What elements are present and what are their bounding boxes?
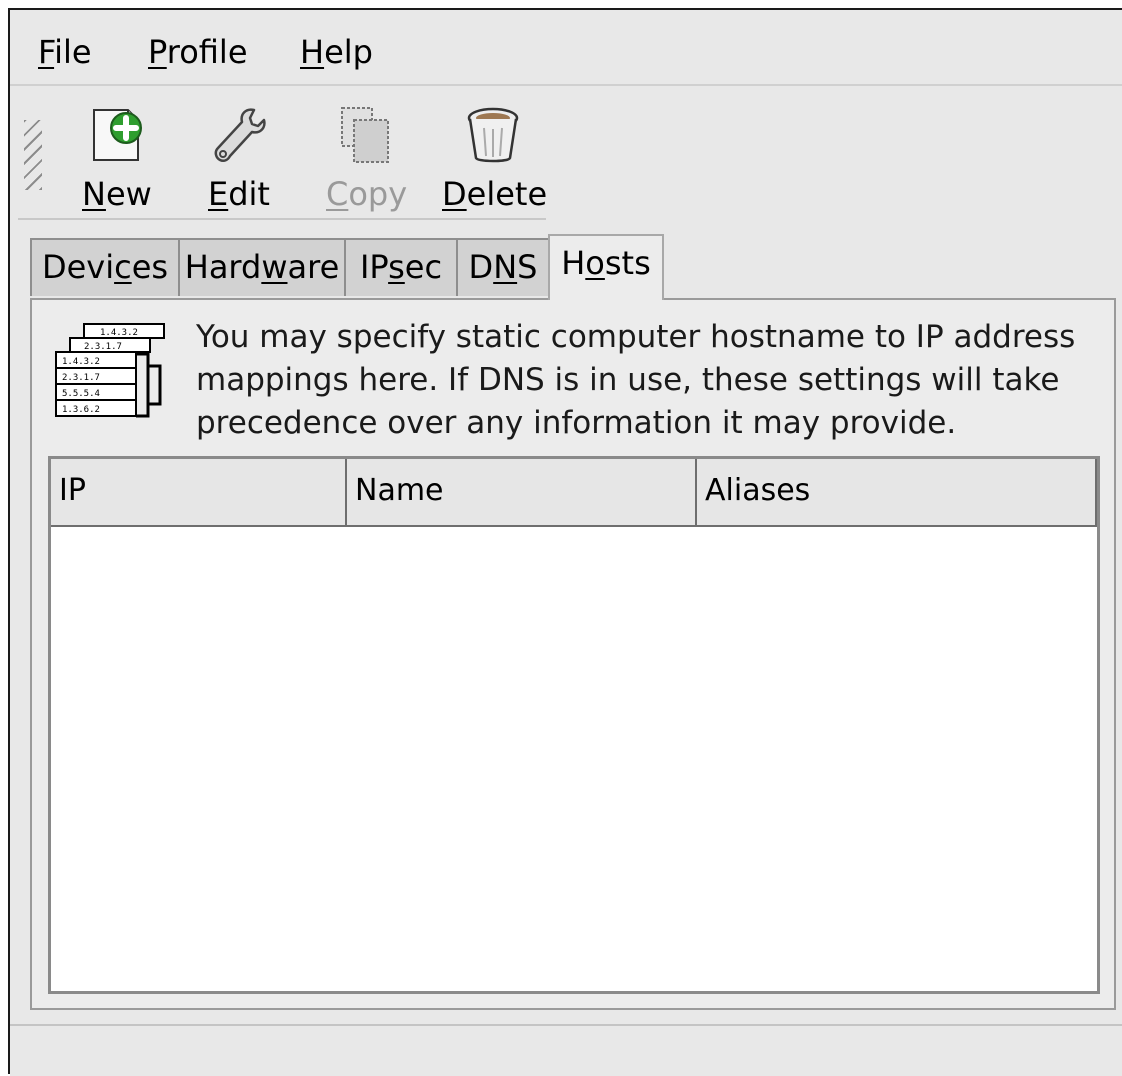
svg-text:1.4.3.2: 1.4.3.2 — [100, 328, 138, 338]
edit-button-label: Edit — [208, 175, 270, 213]
svg-text:1.3.6.2: 1.3.6.2 — [62, 405, 100, 415]
copy-icon — [341, 107, 389, 163]
svg-text:5.5.5.4: 5.5.5.4 — [62, 389, 100, 399]
menu-help[interactable]: Help — [300, 32, 373, 72]
svg-text:2.3.1.7: 2.3.1.7 — [62, 373, 100, 383]
tab-hardware[interactable]: Hardware — [178, 238, 346, 296]
hosts-panel: 1.4.3.2 2.3.1.7 1.4.3.2 2.3.1.7 5.5.5.4 … — [30, 298, 1116, 1010]
hosts-table[interactable]: IP Name Aliases — [48, 456, 1100, 994]
copy-button[interactable]: Copy — [308, 88, 418, 220]
network-configuration-window: File Profile Help New Edit Copy Delete D… — [8, 8, 1122, 1076]
trash-icon — [467, 107, 519, 163]
host-list-icon: 1.4.3.2 2.3.1.7 1.4.3.2 2.3.1.7 5.5.5.4 … — [55, 323, 165, 418]
new-button[interactable]: New — [66, 88, 166, 220]
wrench-icon — [214, 108, 266, 163]
svg-text:2.3.1.7: 2.3.1.7 — [84, 342, 122, 352]
menubar: File Profile Help — [10, 10, 1122, 86]
column-header-name[interactable]: Name — [347, 459, 697, 527]
menu-file[interactable]: File — [38, 32, 92, 72]
column-header-ip[interactable]: IP — [51, 459, 347, 527]
menu-profile[interactable]: Profile — [148, 32, 248, 72]
statusbar — [10, 1024, 1122, 1076]
column-header-aliases[interactable]: Aliases — [697, 459, 1097, 527]
tab-dns[interactable]: DNS — [456, 238, 550, 296]
tab-devices[interactable]: Devices — [30, 238, 180, 296]
copy-button-label: Copy — [326, 175, 408, 213]
hosts-description: You may specify static computer hostname… — [196, 319, 1076, 441]
edit-button[interactable]: Edit — [188, 88, 288, 220]
toolbar: New Edit Copy Delete — [18, 88, 548, 220]
delete-button-label: Delete — [442, 175, 548, 213]
toolbar-grip-handle[interactable] — [24, 120, 42, 190]
delete-button[interactable]: Delete — [434, 88, 548, 220]
new-document-icon — [93, 109, 142, 161]
svg-text:1.4.3.2: 1.4.3.2 — [62, 357, 100, 367]
new-button-label: New — [82, 175, 152, 213]
tab-ipsec[interactable]: IPsec — [344, 238, 458, 296]
tab-hosts[interactable]: Hosts — [548, 234, 664, 300]
